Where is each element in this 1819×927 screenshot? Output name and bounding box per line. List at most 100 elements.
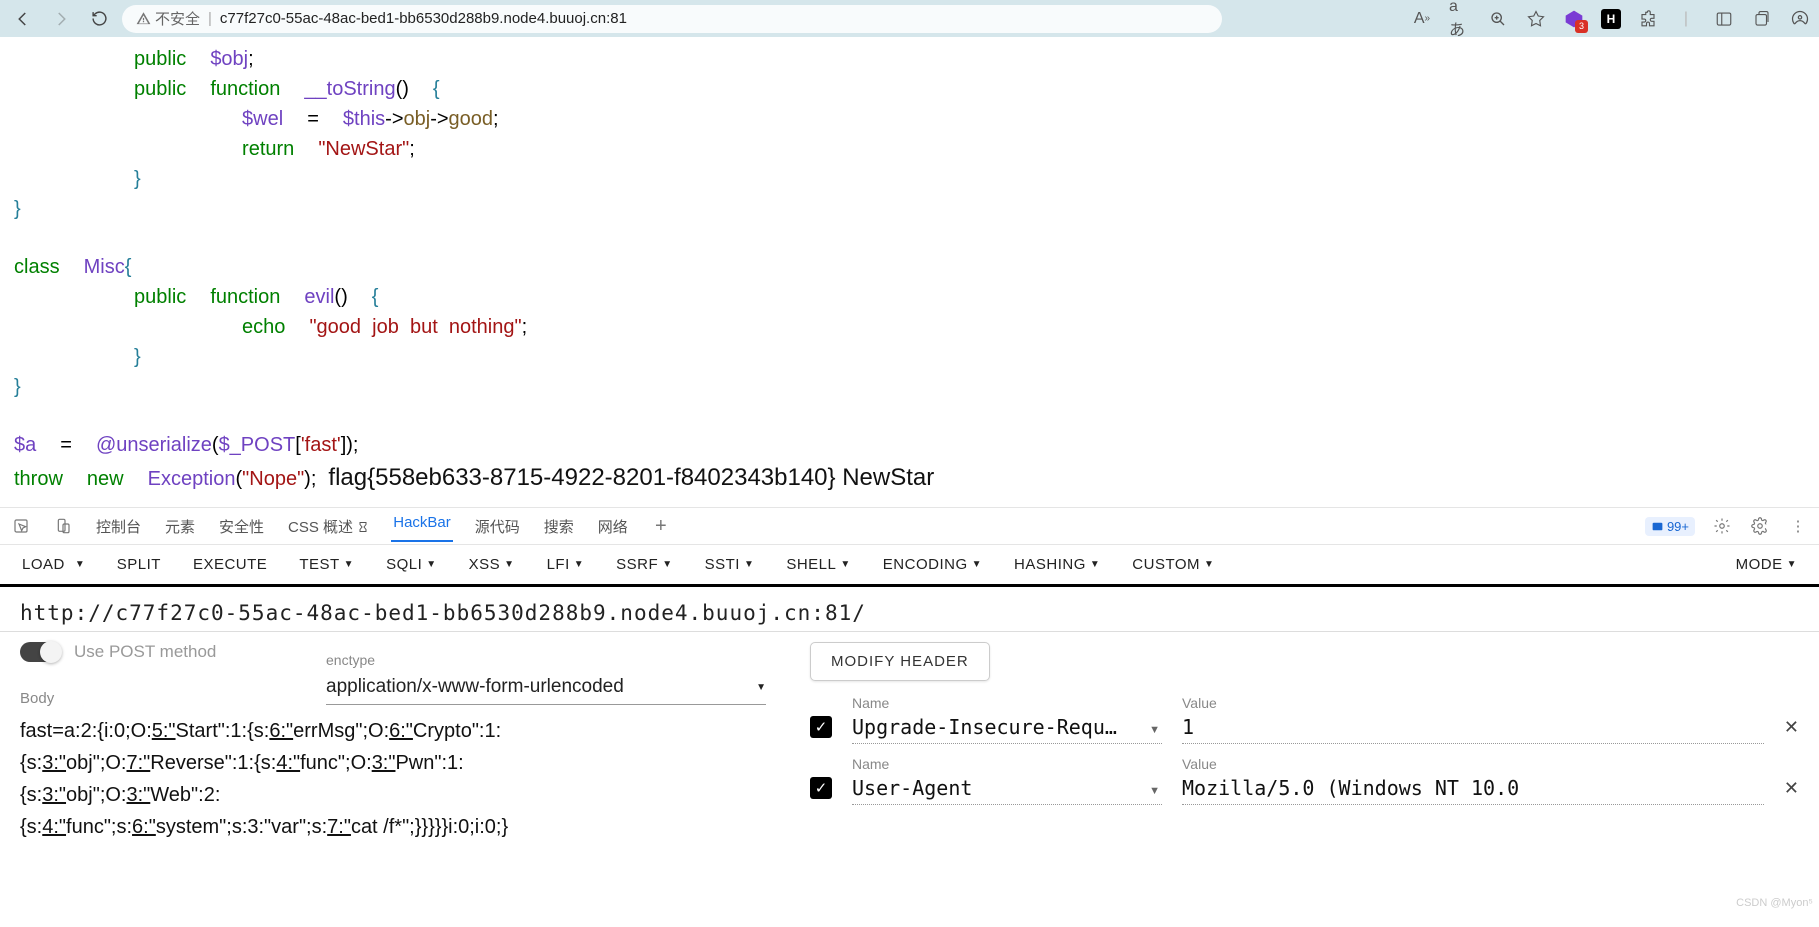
chevron-down-icon: ▼ <box>426 559 436 570</box>
kw-function: function <box>210 286 280 308</box>
tab-search[interactable]: 搜索 <box>542 512 576 541</box>
enctype-select[interactable]: enctype application/x-www-form-urlencode… <box>326 652 766 705</box>
chevron-down-icon[interactable]: ▼ <box>1149 724 1160 736</box>
ssrf-button[interactable]: SSRF ▼ <box>616 556 672 573</box>
test-button[interactable]: TEST ▼ <box>299 556 354 573</box>
chevron-down-icon[interactable]: ▼ <box>75 559 85 570</box>
ssti-button[interactable]: SSTI ▼ <box>705 556 755 573</box>
tab-security[interactable]: 安全性 <box>217 512 266 541</box>
semicolon: ; <box>409 138 415 160</box>
extension-badge: 3 <box>1575 20 1588 33</box>
body-part: 4:" <box>42 816 66 838</box>
use-post-label: Use POST method <box>74 642 216 662</box>
translate-icon[interactable]: aあ <box>1449 8 1471 30</box>
add-tab-icon[interactable]: + <box>650 515 672 538</box>
devtools-settings-icon[interactable] <box>1711 517 1733 535</box>
forward-button[interactable] <box>46 4 76 34</box>
hashing-button[interactable]: HASHING ▼ <box>1014 556 1100 573</box>
back-button[interactable] <box>8 4 38 34</box>
semicolon: ; <box>248 48 254 70</box>
execute-button[interactable]: EXECUTE <box>193 556 267 573</box>
kw-new: new <box>87 468 124 490</box>
hackbar-ext-icon[interactable]: H <box>1601 9 1621 29</box>
modify-header-button[interactable]: MODIFY HEADER <box>810 642 990 681</box>
kw-public: public <box>134 286 186 308</box>
use-post-toggle[interactable] <box>20 642 60 662</box>
header-name-field[interactable]: Name Upgrade-Insecure-Requ… ▼ <box>852 695 1162 744</box>
tab-sources[interactable]: 源代码 <box>473 512 522 541</box>
semicolon: ; <box>493 108 499 130</box>
load-button[interactable]: LOAD <box>22 556 65 573</box>
mode-button[interactable]: MODE ▼ <box>1736 556 1797 573</box>
fn-tostring: __toString <box>304 78 395 100</box>
enctype-label: enctype <box>326 652 766 668</box>
split-button[interactable]: SPLIT <box>117 556 161 573</box>
custom-button[interactable]: CUSTOM ▼ <box>1132 556 1214 573</box>
body-part: 3:" <box>127 784 151 806</box>
remove-header-icon[interactable]: ✕ <box>1784 717 1799 738</box>
favorite-icon[interactable] <box>1525 8 1547 30</box>
body-part: cat /f*";}}}}}i:0;i:0;} <box>351 816 508 838</box>
tab-hackbar[interactable]: HackBar <box>391 510 453 542</box>
chevron-down-icon: ▼ <box>840 559 850 570</box>
body-part: obj";O: <box>66 784 126 806</box>
devtools-menu-icon[interactable]: ⋮ <box>1787 517 1809 535</box>
tab-network[interactable]: 网络 <box>596 512 630 541</box>
sqli-label: SQLI <box>386 556 422 573</box>
performance-icon[interactable] <box>1789 8 1811 30</box>
body-part: 6:" <box>132 816 156 838</box>
header-checkbox[interactable]: ✓ <box>810 716 832 738</box>
devtools-gear-icon[interactable] <box>1749 517 1771 535</box>
issues-badge[interactable]: 99+ <box>1645 517 1695 536</box>
header-checkbox[interactable]: ✓ <box>810 777 832 799</box>
xss-button[interactable]: XSS ▼ <box>469 556 515 573</box>
chevron-down-icon[interactable]: ▼ <box>1149 785 1160 797</box>
sidebar-icon[interactable] <box>1713 8 1735 30</box>
header-value: Mozilla/5.0 (Windows NT 10.0 <box>1182 774 1764 805</box>
body-part: 3:" <box>372 752 396 774</box>
zoom-icon[interactable] <box>1487 8 1509 30</box>
header-value: 1 <box>1182 713 1764 744</box>
extension-purple-icon[interactable]: 3 <box>1563 8 1585 30</box>
sqli-button[interactable]: SQLI ▼ <box>386 556 437 573</box>
body-part: Start":1:{s: <box>176 720 270 742</box>
kw-echo: echo <box>242 316 285 338</box>
hackbar-url-input[interactable]: http://c77f27c0-55ac-48ac-bed1-bb6530d28… <box>0 587 1819 632</box>
body-part: {s: <box>20 752 42 774</box>
encoding-label: ENCODING <box>883 556 968 573</box>
text-size-icon[interactable]: A» <box>1411 8 1433 30</box>
tab-console[interactable]: 控制台 <box>94 512 143 541</box>
shell-button[interactable]: SHELL ▼ <box>786 556 850 573</box>
header-value-field[interactable]: Value Mozilla/5.0 (Windows NT 10.0 <box>1182 756 1764 805</box>
var-wel: $wel <box>242 108 283 130</box>
address-bar[interactable]: 不安全 | c77f27c0-55ac-48ac-bed1-bb6530d288… <box>122 5 1222 33</box>
header-name-value: Upgrade-Insecure-Requ… <box>852 713 1162 744</box>
encoding-button[interactable]: ENCODING ▼ <box>883 556 982 573</box>
divider: | <box>1675 8 1697 30</box>
extensions-icon[interactable] <box>1637 8 1659 30</box>
body-part: obj";O: <box>66 752 126 774</box>
chevron-down-icon: ▼ <box>344 559 354 570</box>
str-newstar: "NewStar" <box>318 138 409 160</box>
chevron-down-icon: ▼ <box>504 559 514 570</box>
body-textarea[interactable]: fast=a:2:{i:0;O:5:"Start":1:{s:6:"errMsg… <box>20 715 780 843</box>
kw-function: function <box>210 78 280 100</box>
tab-elements[interactable]: 元素 <box>163 512 197 541</box>
chevron-down-icon: ▼ <box>972 559 982 570</box>
header-name-label: Name <box>852 695 1162 711</box>
hashing-label: HASHING <box>1014 556 1086 573</box>
collections-icon[interactable] <box>1751 8 1773 30</box>
lfi-button[interactable]: LFI ▼ <box>547 556 585 573</box>
body-part: errMsg";O: <box>293 720 389 742</box>
remove-header-icon[interactable]: ✕ <box>1784 778 1799 799</box>
device-icon[interactable] <box>52 518 74 534</box>
tab-css[interactable]: CSS 概述 <box>286 512 371 541</box>
body-part: Crypto":1: <box>413 720 501 742</box>
var-post: $_POST <box>219 434 296 456</box>
header-value-field[interactable]: Value 1 <box>1182 695 1764 744</box>
body-part: Web":2: <box>150 784 220 806</box>
inspect-icon[interactable] <box>10 518 32 534</box>
header-name-field[interactable]: Name User-Agent ▼ <box>852 756 1162 805</box>
body-part: 3:" <box>42 784 66 806</box>
reload-button[interactable] <box>84 4 114 34</box>
